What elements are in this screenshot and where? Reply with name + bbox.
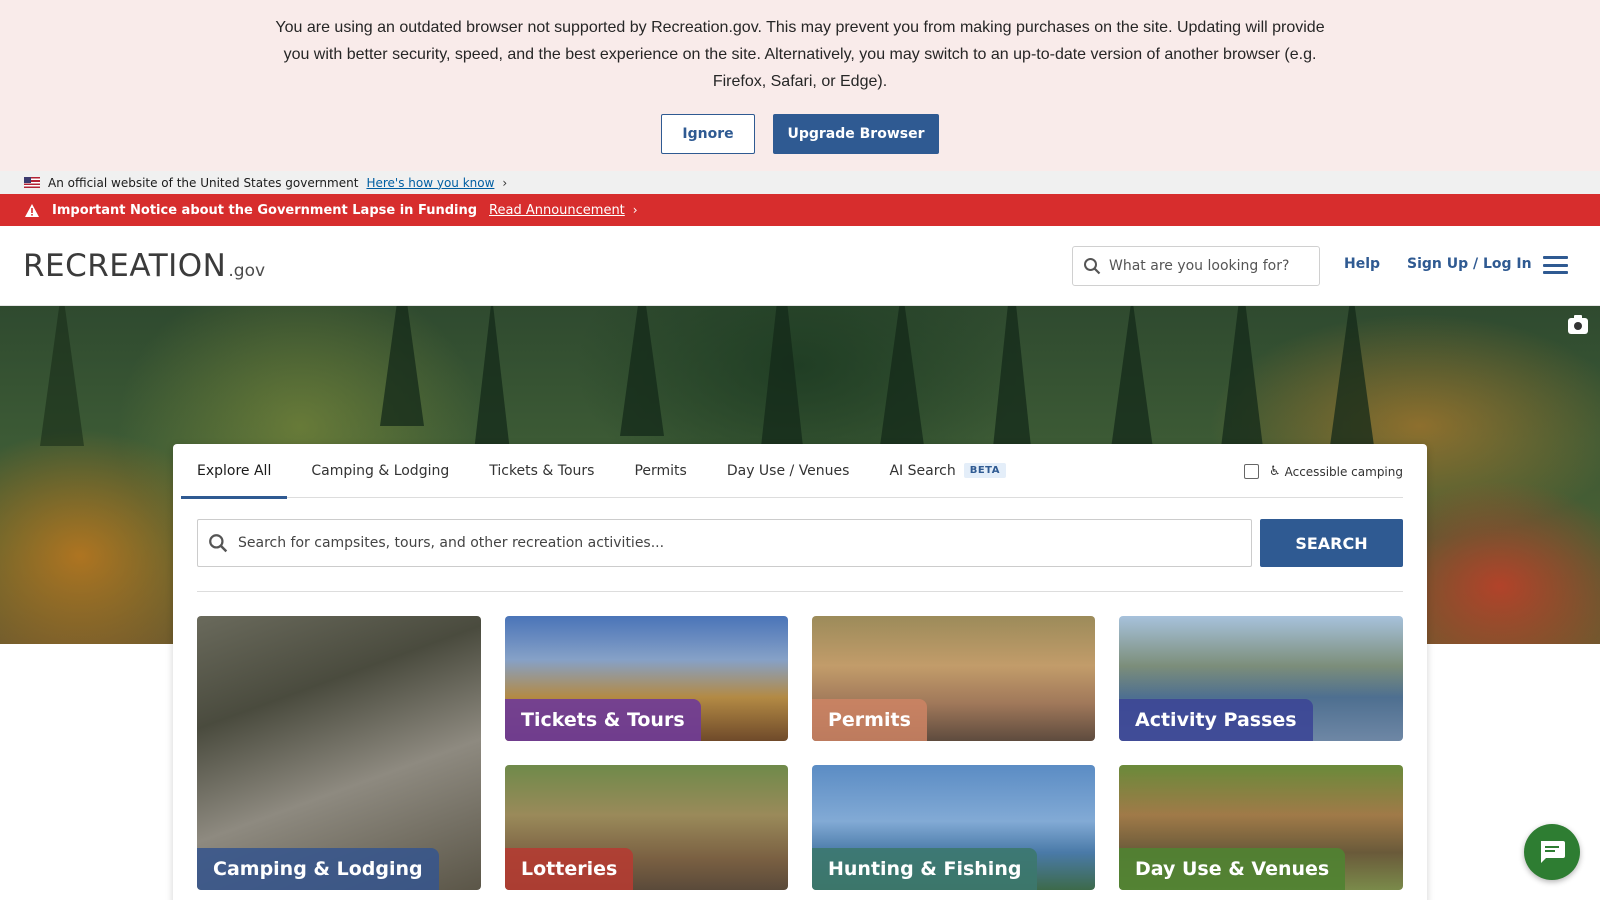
tile-hunting-fishing[interactable]: Hunting & Fishing	[812, 765, 1095, 890]
logo-tld: .gov	[228, 261, 266, 281]
tab-camping-lodging[interactable]: Camping & Lodging	[311, 444, 449, 498]
ignore-button[interactable]: Ignore	[661, 114, 755, 154]
chat-button[interactable]	[1524, 824, 1580, 880]
tile-label: Day Use & Venues	[1119, 848, 1346, 890]
funding-notice-banner: Important Notice about the Government La…	[0, 194, 1600, 226]
accessible-camping-toggle[interactable]: ♿ Accessible camping	[1243, 464, 1403, 479]
chat-bubble-icon	[1541, 841, 1565, 863]
tile-activity-passes[interactable]: Activity Passes	[1119, 616, 1403, 741]
outdated-browser-message: You are using an outdated browser not su…	[275, 19, 1325, 90]
notice-title: Important Notice about the Government La…	[52, 202, 478, 218]
warning-icon	[24, 203, 40, 217]
read-announcement-link[interactable]: Read Announcement	[489, 203, 625, 218]
tab-label: Explore All	[197, 462, 272, 479]
main-search-placeholder: Search for campsites, tours, and other r…	[238, 535, 665, 551]
search-tabs: Explore All Camping & Lodging Tickets & …	[181, 444, 1403, 499]
search-icon	[1084, 258, 1101, 275]
outdated-browser-banner: You are using an outdated browser not su…	[0, 0, 1600, 171]
us-flag-icon	[24, 177, 40, 188]
upgrade-browser-button[interactable]: Upgrade Browser	[773, 114, 939, 154]
wheelchair-icon: ♿	[1268, 464, 1281, 479]
tab-label: AI Search	[889, 462, 956, 479]
chevron-right-icon[interactable]: ›	[502, 176, 507, 190]
chevron-right-icon[interactable]: ›	[633, 203, 638, 217]
search-button[interactable]: SEARCH	[1260, 519, 1403, 567]
tab-label: Day Use / Venues	[726, 462, 850, 479]
tile-tickets-tours[interactable]: Tickets & Tours	[505, 616, 788, 741]
gov-banner: An official website of the United States…	[0, 171, 1600, 194]
tile-permits[interactable]: Permits	[812, 616, 1095, 741]
tile-lotteries[interactable]: Lotteries	[505, 765, 788, 890]
site-header: RECREATION .gov What are you looking for…	[0, 226, 1600, 306]
header-search-placeholder: What are you looking for?	[1109, 258, 1290, 274]
tile-label: Hunting & Fishing	[812, 848, 1038, 890]
search-icon	[209, 534, 228, 553]
tab-label: Permits	[634, 462, 687, 479]
sign-up-log-in-link[interactable]: Sign Up / Log In	[1407, 256, 1532, 272]
tile-label: Camping & Lodging	[197, 848, 439, 890]
tile-label: Activity Passes	[1119, 699, 1313, 741]
tab-label: Tickets & Tours	[489, 462, 595, 479]
tab-ai-search[interactable]: AI Search BETA	[889, 444, 1006, 498]
tab-tickets-tours[interactable]: Tickets & Tours	[489, 444, 594, 498]
tab-label: Camping & Lodging	[311, 462, 450, 479]
help-link[interactable]: Help	[1344, 256, 1380, 272]
beta-badge: BETA	[963, 463, 1006, 478]
tile-label: Lotteries	[505, 848, 634, 890]
tab-day-use-venues[interactable]: Day Use / Venues	[727, 444, 850, 498]
gov-banner-text: An official website of the United States…	[48, 175, 359, 190]
recreation-gov-logo[interactable]: RECREATION .gov	[23, 248, 265, 284]
hamburger-menu-icon[interactable]	[1543, 256, 1568, 274]
main-search-input[interactable]: Search for campsites, tours, and other r…	[197, 519, 1252, 567]
tile-camping-lodging[interactable]: Camping & Lodging	[197, 616, 481, 890]
heres-how-you-know-link[interactable]: Here's how you know	[366, 176, 494, 190]
accessible-camping-label: Accessible camping	[1284, 464, 1403, 479]
divider	[197, 591, 1403, 592]
tab-explore-all[interactable]: Explore All	[181, 444, 288, 499]
header-search-input[interactable]: What are you looking for?	[1072, 246, 1320, 286]
main-search-row: Search for campsites, tours, and other r…	[197, 519, 1403, 567]
camera-icon[interactable]	[1568, 315, 1588, 334]
tile-label: Permits	[812, 699, 927, 741]
search-card: Explore All Camping & Lodging Tickets & …	[173, 444, 1427, 900]
logo-word: RECREATION	[23, 248, 227, 284]
banner-buttons: Ignore Upgrade Browser	[0, 114, 1600, 154]
tab-permits[interactable]: Permits	[634, 444, 686, 498]
accessible-camping-checkbox[interactable]	[1243, 464, 1259, 479]
tile-label: Tickets & Tours	[505, 699, 701, 741]
tile-day-use-venues[interactable]: Day Use & Venues	[1119, 765, 1403, 890]
